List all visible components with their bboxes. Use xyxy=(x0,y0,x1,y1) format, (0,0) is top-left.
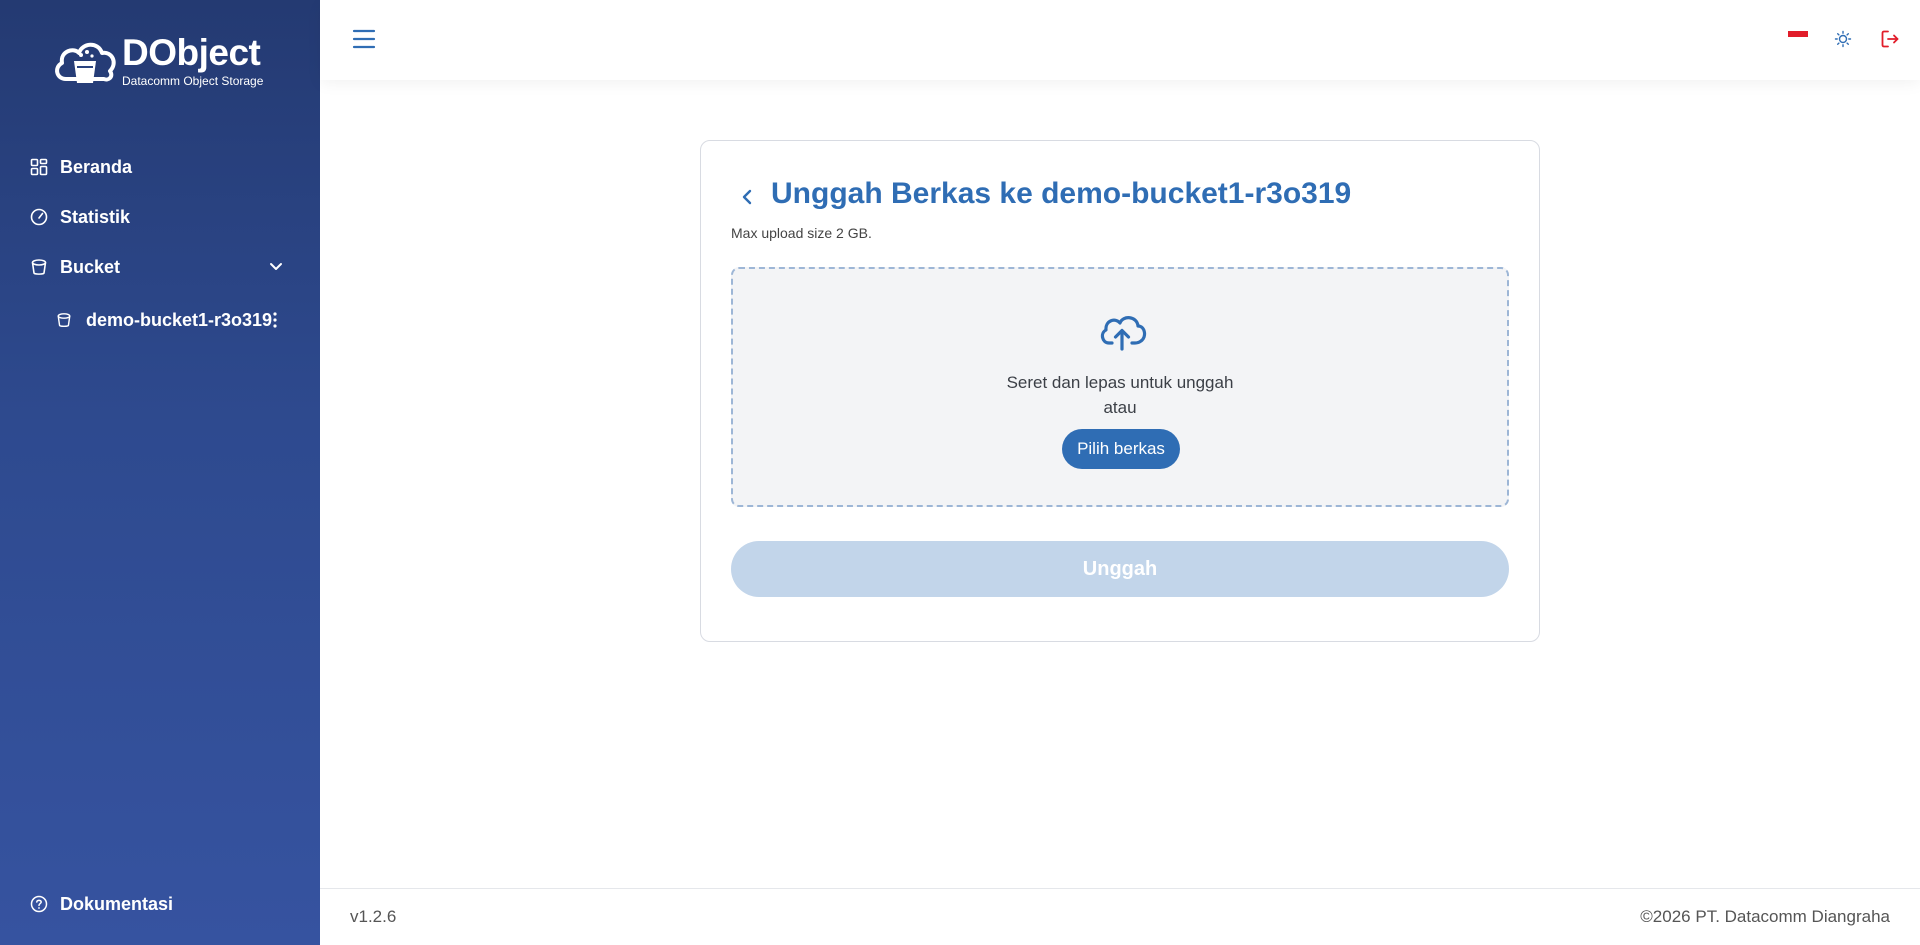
brand-title: DObject xyxy=(122,32,261,73)
sidebar-item-label: Bucket xyxy=(60,256,121,277)
dashboard-icon xyxy=(30,158,48,176)
app-version: v1.2.6 xyxy=(350,907,397,926)
sidebar-item-label: Beranda xyxy=(60,156,133,177)
sidebar-item-label: Dokumentasi xyxy=(60,893,174,914)
sidebar-item-dokumentasi[interactable]: Dokumentasi xyxy=(30,889,173,919)
sun-icon[interactable] xyxy=(1834,30,1852,48)
file-dropzone[interactable]: Seret dan lepas untuk unggah atau Pilih … xyxy=(731,267,1509,507)
brand-subtitle: Datacomm Object Storage xyxy=(122,74,264,88)
gauge-icon xyxy=(30,208,48,226)
hamburger-icon[interactable] xyxy=(352,28,376,50)
page-title: Unggah Berkas ke demo-bucket1-r3o319 xyxy=(771,177,1352,210)
dropzone-or-text: atau xyxy=(1103,398,1137,417)
bucket-icon xyxy=(56,312,72,328)
max-upload-note: Max upload size 2 GB. xyxy=(731,225,872,241)
copyright-text: ©2026 PT. Datacomm Diangraha xyxy=(1640,907,1890,926)
sidebar-item-beranda[interactable]: Beranda xyxy=(30,152,132,182)
choose-file-button[interactable]: Pilih berkas xyxy=(1062,429,1180,469)
cloud-bucket-logo-icon xyxy=(55,42,116,83)
bucket-icon xyxy=(30,258,48,276)
indonesia-flag-icon[interactable] xyxy=(1788,31,1808,43)
sidebar-item-label: Statistik xyxy=(60,206,131,227)
upload-button[interactable]: Unggah xyxy=(731,541,1509,597)
more-vertical-icon[interactable] xyxy=(270,310,280,330)
topbar xyxy=(320,0,1920,80)
chevron-down-icon[interactable] xyxy=(266,256,286,276)
brand-logo[interactable]: DObject Datacomm Object Storage xyxy=(52,34,263,88)
sidebar-item-statistik[interactable]: Statistik xyxy=(30,202,130,232)
help-circle-icon xyxy=(30,895,48,913)
logout-icon[interactable] xyxy=(1880,29,1900,49)
cloud-upload-icon xyxy=(1100,316,1147,351)
upload-card: Unggah Berkas ke demo-bucket1-r3o319 Max… xyxy=(700,140,1540,642)
sidebar-item-bucket[interactable]: Bucket xyxy=(30,252,120,282)
sidebar-item-demo-bucket[interactable]: demo-bucket1-r3o319 xyxy=(56,305,272,335)
sidebar: DObject Datacomm Object Storage Beranda … xyxy=(0,0,320,945)
chevron-left-icon[interactable] xyxy=(737,185,757,209)
sidebar-item-label: demo-bucket1-r3o319 xyxy=(86,309,273,330)
dropzone-text: Seret dan lepas untuk unggah xyxy=(1006,373,1234,392)
footer: v1.2.6 ©2026 PT. Datacomm Diangraha xyxy=(320,888,1920,945)
